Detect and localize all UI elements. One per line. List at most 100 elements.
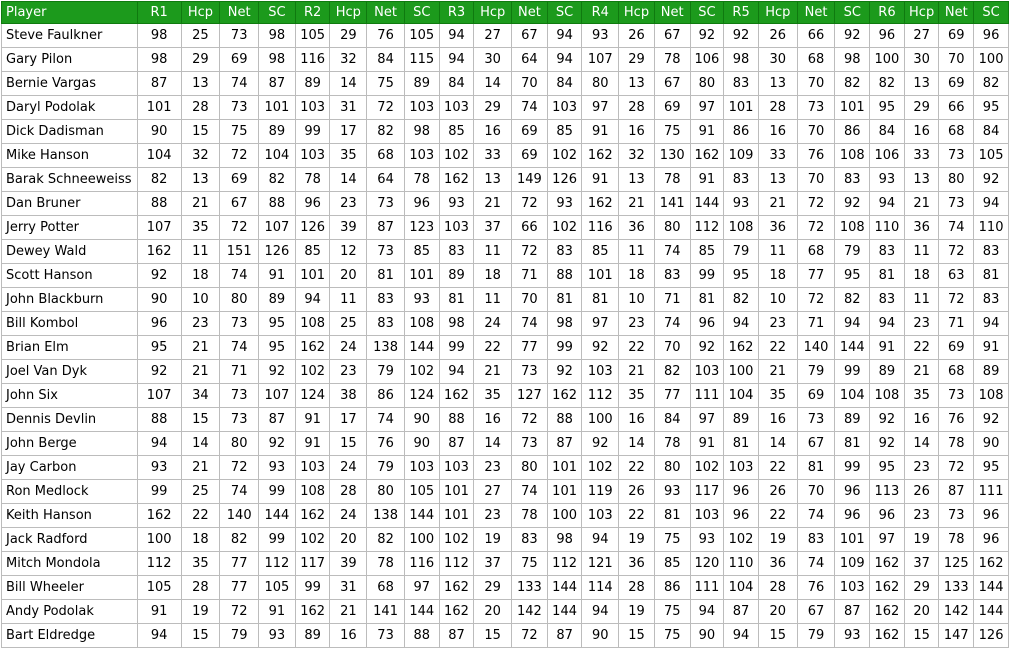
score-cell[interactable]: 108 xyxy=(294,479,331,504)
score-cell[interactable]: 73 xyxy=(219,407,260,432)
score-cell[interactable]: 107 xyxy=(581,47,620,72)
score-cell[interactable]: 90 xyxy=(136,287,182,312)
score-cell[interactable]: 23 xyxy=(903,455,940,480)
score-cell[interactable]: 21 xyxy=(618,359,655,384)
score-cell[interactable]: 144 xyxy=(258,503,296,528)
score-cell[interactable]: 91 xyxy=(973,335,1009,360)
score-cell[interactable]: 93 xyxy=(581,23,620,48)
score-cell[interactable]: 74 xyxy=(511,479,548,504)
score-cell[interactable]: 25 xyxy=(180,479,221,504)
table-row[interactable]: John Six 107 34 73 107 124 38 86 124 162 35 127 162 1… xyxy=(1,383,1009,408)
score-cell[interactable]: 162 xyxy=(438,575,475,600)
score-cell[interactable]: 73 xyxy=(938,191,975,216)
score-cell[interactable]: 21 xyxy=(180,335,221,360)
score-cell[interactable]: 94 xyxy=(869,311,905,336)
score-cell[interactable]: 112 xyxy=(581,383,620,408)
score-cell[interactable]: 82 xyxy=(723,287,759,312)
score-cell[interactable]: 35 xyxy=(180,215,221,240)
score-cell[interactable]: 15 xyxy=(180,119,221,144)
player-name-cell[interactable]: Brian Elm xyxy=(1,335,138,360)
score-cell[interactable]: 70 xyxy=(511,71,548,96)
score-cell[interactable]: 22 xyxy=(757,503,798,528)
score-cell[interactable]: 142 xyxy=(938,599,975,624)
score-cell[interactable]: 14 xyxy=(473,71,513,96)
score-cell[interactable]: 33 xyxy=(757,143,798,168)
score-cell[interactable]: 81 xyxy=(723,431,759,456)
score-cell[interactable]: 21 xyxy=(180,455,221,480)
score-cell[interactable]: 24 xyxy=(329,503,368,528)
score-cell[interactable]: 104 xyxy=(723,575,759,600)
score-cell[interactable]: 35 xyxy=(180,551,221,576)
score-cell[interactable]: 92 xyxy=(689,23,725,48)
score-cell[interactable]: 35 xyxy=(757,383,798,408)
score-cell[interactable]: 69 xyxy=(511,143,548,168)
score-cell[interactable]: 14 xyxy=(757,431,798,456)
score-cell[interactable]: 162 xyxy=(581,191,620,216)
score-cell[interactable]: 22 xyxy=(757,455,798,480)
score-cell[interactable]: 80 xyxy=(653,215,691,240)
score-cell[interactable]: 138 xyxy=(366,335,405,360)
score-cell[interactable]: 126 xyxy=(546,167,583,192)
score-cell[interactable]: 29 xyxy=(618,47,655,72)
score-cell[interactable]: 162 xyxy=(581,143,620,168)
table-row[interactable]: Jay Carbon 93 21 72 93 103 24 79 103 103 23 80 101 10… xyxy=(1,455,1009,480)
score-cell[interactable]: 109 xyxy=(723,143,759,168)
score-cell[interactable]: 92 xyxy=(581,431,620,456)
score-cell[interactable]: 28 xyxy=(757,575,798,600)
score-cell[interactable]: 74 xyxy=(511,311,548,336)
score-cell[interactable]: 126 xyxy=(973,623,1009,648)
score-cell[interactable]: 33 xyxy=(903,143,940,168)
score-cell[interactable]: 77 xyxy=(653,383,691,408)
score-cell[interactable]: 80 xyxy=(511,455,548,480)
score-cell[interactable]: 11 xyxy=(903,287,940,312)
score-cell[interactable]: 73 xyxy=(511,431,548,456)
score-cell[interactable]: 162 xyxy=(136,239,182,264)
table-row[interactable]: Joel Van Dyk 92 21 71 92 102 23 79 102 94 21 73 92 10… xyxy=(1,359,1009,384)
score-cell[interactable]: 90 xyxy=(403,407,440,432)
score-cell[interactable]: 78 xyxy=(938,527,975,552)
score-cell[interactable]: 72 xyxy=(938,455,975,480)
score-cell[interactable]: 66 xyxy=(511,215,548,240)
score-cell[interactable]: 70 xyxy=(511,287,548,312)
score-cell[interactable]: 80 xyxy=(581,71,620,96)
score-cell[interactable]: 96 xyxy=(973,503,1009,528)
score-cell[interactable]: 75 xyxy=(653,599,691,624)
score-cell[interactable]: 78 xyxy=(653,431,691,456)
column-header-net[interactable]: Net xyxy=(653,1,691,24)
score-cell[interactable]: 26 xyxy=(757,23,798,48)
score-cell[interactable]: 95 xyxy=(869,455,905,480)
score-cell[interactable]: 100 xyxy=(403,527,440,552)
score-cell[interactable]: 12 xyxy=(329,239,368,264)
score-cell[interactable]: 99 xyxy=(834,455,871,480)
score-cell[interactable]: 116 xyxy=(294,47,331,72)
score-cell[interactable]: 77 xyxy=(511,335,548,360)
player-name-cell[interactable]: John Berge xyxy=(1,431,138,456)
score-cell[interactable]: 125 xyxy=(938,551,975,576)
score-cell[interactable]: 22 xyxy=(180,503,221,528)
score-cell[interactable]: 10 xyxy=(618,287,655,312)
score-cell[interactable]: 91 xyxy=(869,335,905,360)
score-cell[interactable]: 68 xyxy=(366,143,405,168)
score-cell[interactable]: 117 xyxy=(689,479,725,504)
score-cell[interactable]: 115 xyxy=(403,47,440,72)
score-cell[interactable]: 104 xyxy=(258,143,296,168)
score-cell[interactable]: 144 xyxy=(973,575,1009,600)
score-cell[interactable]: 14 xyxy=(329,71,368,96)
score-cell[interactable]: 29 xyxy=(473,575,513,600)
score-cell[interactable]: 95 xyxy=(258,335,296,360)
score-cell[interactable]: 81 xyxy=(973,263,1009,288)
column-header-net[interactable]: Net xyxy=(938,1,975,24)
score-cell[interactable]: 103 xyxy=(581,359,620,384)
score-cell[interactable]: 24 xyxy=(473,311,513,336)
score-cell[interactable]: 86 xyxy=(723,119,759,144)
score-cell[interactable]: 94 xyxy=(973,191,1009,216)
score-cell[interactable]: 94 xyxy=(294,287,331,312)
score-cell[interactable]: 82 xyxy=(869,71,905,96)
score-cell[interactable]: 98 xyxy=(258,47,296,72)
score-cell[interactable]: 92 xyxy=(869,407,905,432)
score-cell[interactable]: 151 xyxy=(219,239,260,264)
score-cell[interactable]: 72 xyxy=(796,287,836,312)
score-cell[interactable]: 79 xyxy=(366,455,405,480)
score-cell[interactable]: 89 xyxy=(294,71,331,96)
table-row[interactable]: Steve Faulkner 98 25 73 98 105 29 76 105 94 27 67 94… xyxy=(1,23,1009,48)
